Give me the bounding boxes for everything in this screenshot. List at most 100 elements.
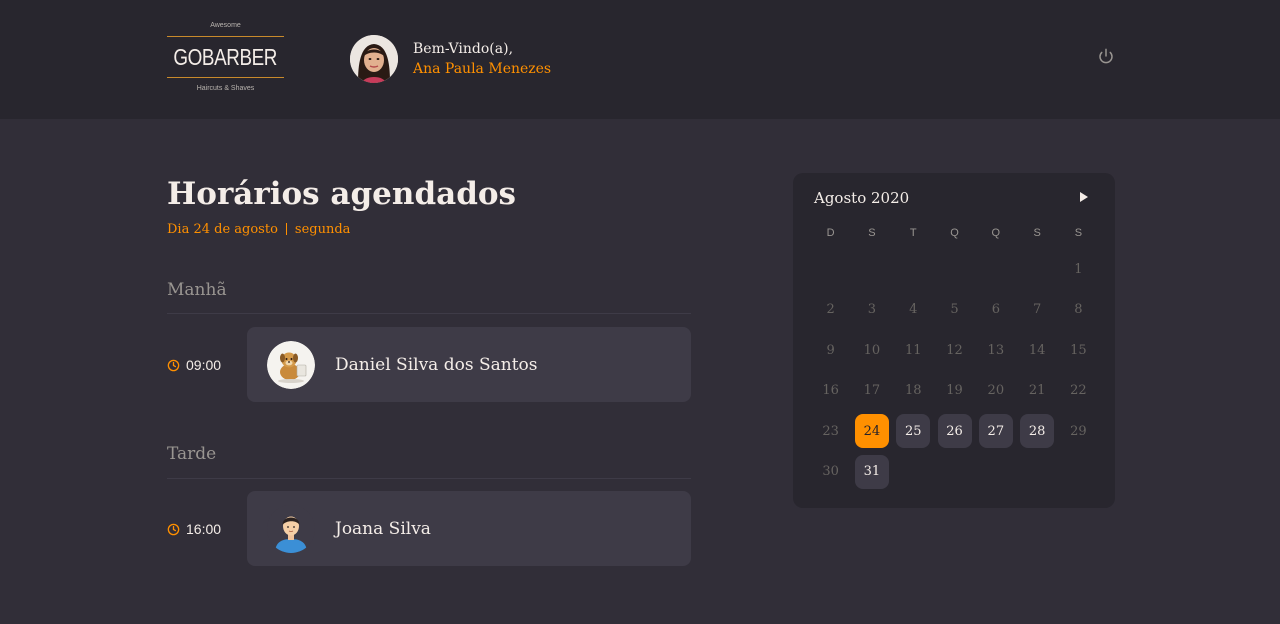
calendar-day-number: 9 — [826, 342, 835, 358]
calendar-weekday: Q — [950, 227, 959, 239]
calendar-week-row: 1 — [810, 249, 1099, 290]
calendar-day-number: 12 — [946, 342, 963, 358]
section-divider — [167, 313, 691, 314]
logo-wordmark: GOBARBER — [167, 41, 284, 73]
calendar-day-number: 25 — [896, 414, 931, 449]
appointment-time-text: 09:00 — [186, 357, 222, 373]
calendar-day-disabled: 16 — [810, 374, 851, 408]
calendar-day-available[interactable]: 25 — [893, 414, 934, 449]
calendar-weekday: T — [909, 227, 917, 239]
logout-button[interactable] — [1095, 45, 1117, 67]
customer-name: Joana Silva — [335, 518, 431, 539]
calendar-month-title: Agosto 2020 — [814, 189, 910, 207]
calendar-day-disabled: 23 — [810, 414, 851, 448]
calendar-day-number: 7 — [1032, 302, 1042, 318]
calendar-grid: D S T Q Q S S 1 2 3 4 5 6 7 8 9 10 11 12 13 14 15 16 17 18 19 20 21… — [810, 223, 1099, 492]
calendar-day-number: 5 — [950, 302, 959, 318]
calendar-day-selected[interactable]: 24 — [851, 414, 892, 449]
calendar-day-number: 23 — [822, 423, 839, 439]
calendar-weekday: Q — [991, 227, 1001, 239]
logo-tagline-top: Awesome — [210, 22, 241, 29]
calendar-empty-cell — [1058, 455, 1099, 489]
calendar-weekday: D — [826, 227, 835, 239]
calendar-day-number: 30 — [822, 464, 839, 480]
section-title-morning: Manhã — [167, 280, 227, 300]
app-header: Awesome GOBARBER Haircuts & Shaves Bem-V… — [0, 0, 1280, 119]
calendar-day-disabled: 6 — [975, 293, 1016, 327]
page-title: Horários agendados — [167, 176, 517, 212]
calendar-day-available[interactable]: 28 — [1016, 414, 1057, 449]
calendar-day-number — [938, 455, 972, 489]
calendar-week-row: 16 17 18 19 20 21 22 — [810, 371, 1099, 412]
calendar-empty-cell — [975, 455, 1016, 489]
calendar-empty-cell — [1016, 252, 1057, 286]
calendar-day-available[interactable]: 27 — [975, 414, 1016, 449]
logo-text: GOBARBER — [173, 43, 278, 70]
clock-icon — [167, 523, 180, 535]
calendar-day-available[interactable]: 26 — [934, 414, 975, 449]
calendar-day-number — [1061, 455, 1095, 489]
calendar-day-number: 29 — [1070, 423, 1087, 439]
selected-weekday: segunda — [294, 221, 351, 237]
calendar-week-row: 30 31 — [810, 452, 1099, 493]
calendar-day-number: 8 — [1074, 302, 1083, 318]
gobarber-logo[interactable]: Awesome GOBARBER Haircuts & Shaves — [167, 20, 284, 96]
calendar-day-disabled: 3 — [851, 293, 892, 327]
calendar-day-disabled: 8 — [1058, 293, 1099, 327]
calendar-day-number: 15 — [1070, 342, 1087, 358]
calendar-day-disabled: 19 — [934, 374, 975, 408]
calendar-day-available[interactable]: 31 — [851, 454, 892, 489]
calendar-empty-cell — [893, 455, 934, 489]
selected-date-line: Dia 24 de agosto segunda — [167, 220, 350, 238]
calendar-day-number: 17 — [863, 383, 881, 399]
calendar-day-number — [896, 455, 930, 489]
user-avatar[interactable] — [350, 35, 398, 83]
calendar-day-disabled: 4 — [893, 293, 934, 327]
calendar-day-number — [855, 252, 889, 286]
calendar-weekday: S — [868, 227, 876, 239]
calendar-day-number: 26 — [937, 414, 972, 449]
calendar-weekday-header: DSTQQSS — [810, 223, 1099, 243]
calendar-empty-cell — [934, 455, 975, 489]
calendar-day-disabled: 9 — [810, 333, 851, 367]
calendar-empty-cell — [851, 252, 892, 286]
calendar-day-number: 3 — [867, 302, 877, 318]
calendar-day-number — [1020, 455, 1054, 489]
logo-tagline-bottom: Haircuts & Shaves — [196, 85, 255, 92]
calendar-day-number: 18 — [904, 383, 922, 399]
calendar-day-number: 20 — [987, 383, 1005, 399]
calendar-day-disabled: 2 — [810, 293, 851, 327]
calendar-day-disabled: 13 — [975, 333, 1016, 367]
calendar-day-number: 14 — [1028, 342, 1046, 358]
appointment-time-text: 16:00 — [186, 521, 222, 537]
calendar-day-number: 21 — [1028, 383, 1046, 399]
user-name-link[interactable]: Ana Paula Menezes — [413, 59, 551, 79]
calendar-day-disabled: 10 — [851, 333, 892, 367]
calendar-day-number — [814, 252, 848, 286]
logo-divider — [167, 36, 284, 37]
logo-divider — [167, 77, 284, 78]
customer-name: Daniel Silva dos Santos — [335, 354, 538, 375]
appointment-card[interactable]: Daniel Silva dos Santos — [247, 327, 691, 402]
calendar-widget: Agosto 2020 D S T Q Q S S 1 2 3 4 5 6 7 8 9 10 11 12 13 14 15… — [793, 173, 1115, 508]
next-month-button[interactable] — [1078, 189, 1092, 205]
date-separator — [285, 223, 287, 235]
calendar-empty-cell — [893, 252, 934, 286]
calendar-day-disabled: 20 — [975, 374, 1016, 408]
welcome-block: Bem-Vindo(a), Ana Paula Menezes — [413, 39, 551, 79]
section-divider — [167, 478, 691, 479]
power-icon — [1099, 48, 1113, 64]
appointment-card[interactable]: Joana Silva — [247, 491, 691, 566]
calendar-day-disabled: 30 — [810, 455, 851, 489]
calendar-day-number: 19 — [946, 383, 963, 399]
calendar-day-number: 1 — [1074, 261, 1083, 277]
calendar-day-disabled: 21 — [1016, 374, 1057, 408]
calendar-day-number: 6 — [991, 302, 1000, 318]
customer-avatar — [267, 340, 315, 389]
calendar-day-disabled: 5 — [934, 293, 975, 327]
calendar-day-number: 31 — [854, 454, 889, 489]
chevron-right-icon — [1080, 192, 1088, 202]
calendar-day-number: 24 — [854, 414, 889, 449]
calendar-day-disabled: 15 — [1058, 333, 1099, 367]
user-photo-icon — [350, 35, 398, 83]
